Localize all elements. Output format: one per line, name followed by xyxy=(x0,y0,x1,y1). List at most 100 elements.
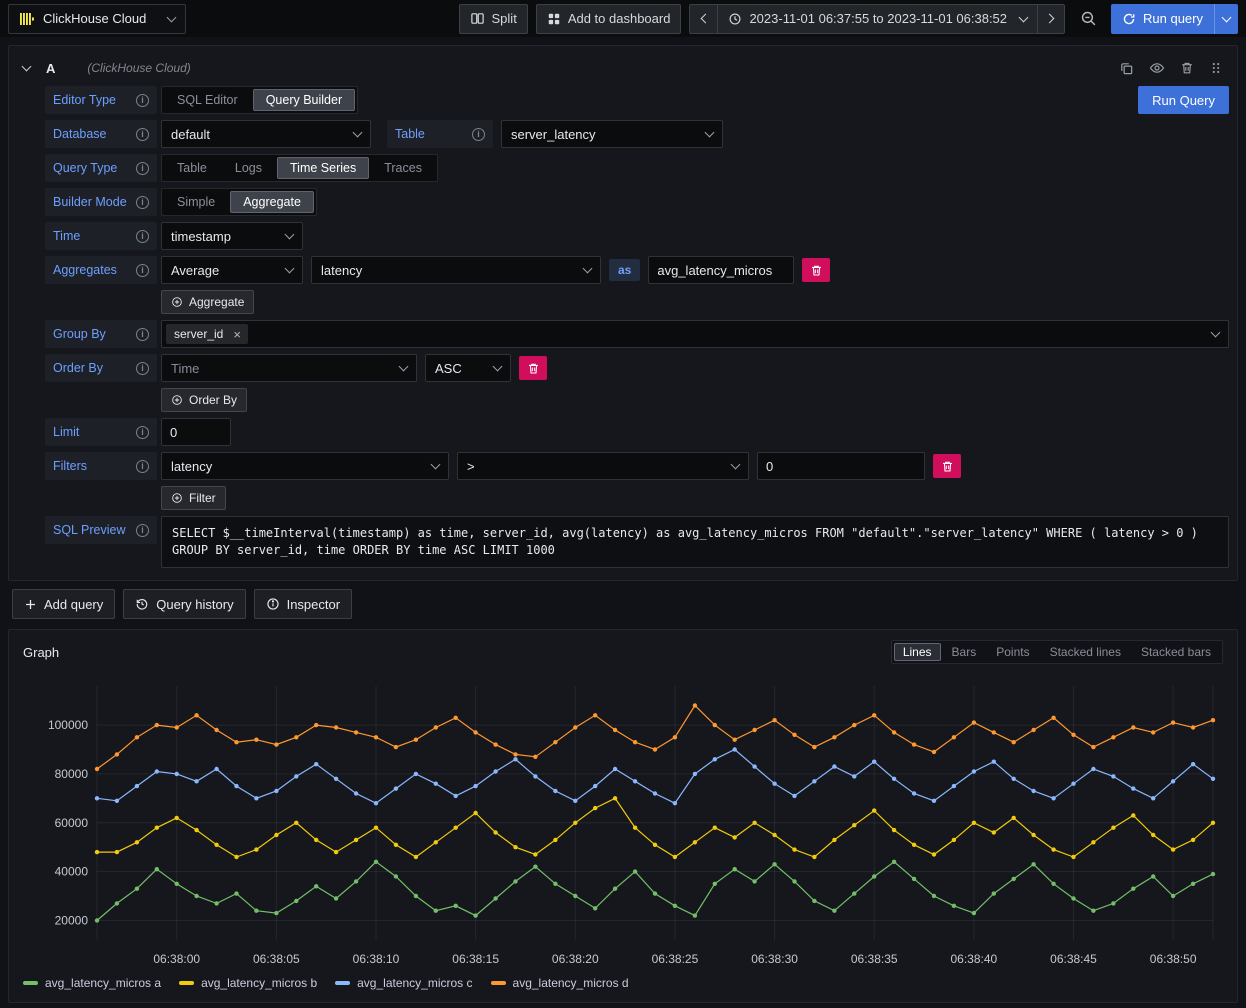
group-by-multiselect[interactable]: server_id × xyxy=(161,320,1229,348)
info-icon[interactable] xyxy=(136,426,149,439)
aggregate-column-value: latency xyxy=(321,263,362,278)
aggregate-alias-input[interactable] xyxy=(648,256,794,284)
info-icon[interactable] xyxy=(136,460,149,473)
style-points[interactable]: Points xyxy=(987,643,1038,661)
info-icon[interactable] xyxy=(136,264,149,277)
legend-item[interactable]: avg_latency_micros c xyxy=(335,976,472,990)
legend-color-dash xyxy=(179,981,194,985)
order-by-controls: Time ASC xyxy=(161,354,1229,382)
legend-item[interactable]: avg_latency_micros b xyxy=(179,976,317,990)
drag-handle-icon[interactable] xyxy=(1209,61,1223,75)
toggle-visibility-eye-icon[interactable] xyxy=(1149,60,1165,76)
style-bars[interactable]: Bars xyxy=(943,643,986,661)
aggregate-function-select[interactable]: Average xyxy=(161,256,303,284)
option-traces[interactable]: Traces xyxy=(371,157,435,179)
query-editor-panel: A (ClickHouse Cloud) Editor Type SQL Edi… xyxy=(8,45,1238,581)
explore-actions: Add query Query history Inspector xyxy=(12,589,1238,619)
option-time-series[interactable]: Time Series xyxy=(277,157,369,179)
legend-color-dash xyxy=(335,981,350,985)
remove-tag-icon[interactable]: × xyxy=(229,328,245,341)
as-badge: as xyxy=(609,259,640,281)
remove-order-by-button[interactable] xyxy=(519,356,547,380)
info-icon[interactable] xyxy=(472,128,485,141)
filters-controls: latency > xyxy=(161,452,1229,480)
info-icon[interactable] xyxy=(136,524,149,537)
filter-value-input[interactable] xyxy=(757,452,925,480)
time-shift-forward-button[interactable] xyxy=(1037,4,1065,34)
graph-title: Graph xyxy=(23,645,59,660)
legend-item[interactable]: avg_latency_micros d xyxy=(491,976,629,990)
style-stacked-bars[interactable]: Stacked bars xyxy=(1132,643,1220,661)
info-icon[interactable] xyxy=(136,362,149,375)
info-icon[interactable] xyxy=(136,94,149,107)
collapse-chevron-icon[interactable] xyxy=(22,62,32,72)
svg-text:06:38:00: 06:38:00 xyxy=(153,952,200,966)
split-button[interactable]: Split xyxy=(459,4,528,34)
run-query-editor-button[interactable]: Run Query xyxy=(1138,86,1229,114)
add-aggregate-button[interactable]: Aggregate xyxy=(161,290,254,314)
zoom-out-button[interactable] xyxy=(1073,4,1103,34)
table-select[interactable]: server_latency xyxy=(501,120,723,148)
info-icon[interactable] xyxy=(136,162,149,175)
datasource-picker[interactable]: ClickHouse Cloud xyxy=(8,4,186,34)
order-by-column-select[interactable]: Time xyxy=(161,354,417,382)
chevron-down-icon xyxy=(705,128,715,138)
limit-input[interactable] xyxy=(161,418,231,446)
filter-column-select[interactable]: latency xyxy=(161,452,449,480)
filter-operator-value: > xyxy=(467,459,475,474)
chevron-down-icon xyxy=(1222,12,1232,22)
run-query-button[interactable]: Run query xyxy=(1111,4,1214,34)
inspector-button[interactable]: Inspector xyxy=(254,589,352,619)
builder-mode-controls: Simple Aggregate xyxy=(161,188,1229,216)
duplicate-query-icon[interactable] xyxy=(1119,61,1134,76)
trash-icon xyxy=(941,460,954,473)
run-query-caret-button[interactable] xyxy=(1214,4,1238,34)
query-header: A (ClickHouse Cloud) xyxy=(17,54,1229,82)
add-query-button[interactable]: Add query xyxy=(12,589,115,619)
info-icon[interactable] xyxy=(136,196,149,209)
legend-item[interactable]: avg_latency_micros a xyxy=(23,976,161,990)
style-lines[interactable]: Lines xyxy=(894,643,941,661)
add-aggregate-label: Aggregate xyxy=(189,295,244,309)
time-shift-back-button[interactable] xyxy=(689,4,717,34)
add-filter-button[interactable]: Filter xyxy=(161,486,226,510)
builder-mode-radio-group: Simple Aggregate xyxy=(161,188,317,216)
remove-query-trash-icon[interactable] xyxy=(1180,61,1194,75)
add-to-dashboard-button[interactable]: Add to dashboard xyxy=(536,4,682,34)
group-by-tag[interactable]: server_id × xyxy=(166,324,248,344)
time-column-value: timestamp xyxy=(171,229,231,244)
order-direction-select[interactable]: ASC xyxy=(425,354,511,382)
query-history-button[interactable]: Query history xyxy=(123,589,245,619)
filters-label-text: Filters xyxy=(53,459,87,473)
info-icon[interactable] xyxy=(136,328,149,341)
group-by-label: Group By xyxy=(45,320,157,348)
option-query-builder[interactable]: Query Builder xyxy=(253,89,355,111)
row-add-filter: Filter xyxy=(161,486,1229,510)
inspector-label: Inspector xyxy=(287,597,340,612)
option-aggregate[interactable]: Aggregate xyxy=(230,191,314,213)
query-history-label: Query history xyxy=(156,597,233,612)
option-sql-editor[interactable]: SQL Editor xyxy=(164,89,251,111)
svg-text:06:38:50: 06:38:50 xyxy=(1150,952,1197,966)
remove-filter-button[interactable] xyxy=(933,454,961,478)
chevron-down-icon xyxy=(399,362,409,372)
row-database: Database default Table server_latency xyxy=(45,120,1229,148)
time-column-select[interactable]: timestamp xyxy=(161,222,303,250)
time-picker: 2023-11-01 06:37:55 to 2023-11-01 06:38:… xyxy=(689,4,1065,34)
option-simple[interactable]: Simple xyxy=(164,191,228,213)
database-select[interactable]: default xyxy=(161,120,371,148)
remove-aggregate-button[interactable] xyxy=(802,258,830,282)
database-label-text: Database xyxy=(53,127,107,141)
time-range-button[interactable]: 2023-11-01 06:37:55 to 2023-11-01 06:38:… xyxy=(717,4,1037,34)
option-table[interactable]: Table xyxy=(164,157,220,179)
filter-operator-select[interactable]: > xyxy=(457,452,749,480)
timeseries-chart[interactable]: 2000040000600008000010000006:38:0006:38:… xyxy=(17,672,1229,972)
info-icon[interactable] xyxy=(136,128,149,141)
style-stacked-lines[interactable]: Stacked lines xyxy=(1041,643,1130,661)
aggregate-column-select[interactable]: latency xyxy=(311,256,601,284)
chevron-down-icon xyxy=(731,460,741,470)
option-logs[interactable]: Logs xyxy=(222,157,275,179)
info-icon[interactable] xyxy=(136,230,149,243)
add-order-by-button[interactable]: Order By xyxy=(161,388,247,412)
explore-toolbar: ClickHouse Cloud Split Add to dashboard … xyxy=(0,0,1246,37)
